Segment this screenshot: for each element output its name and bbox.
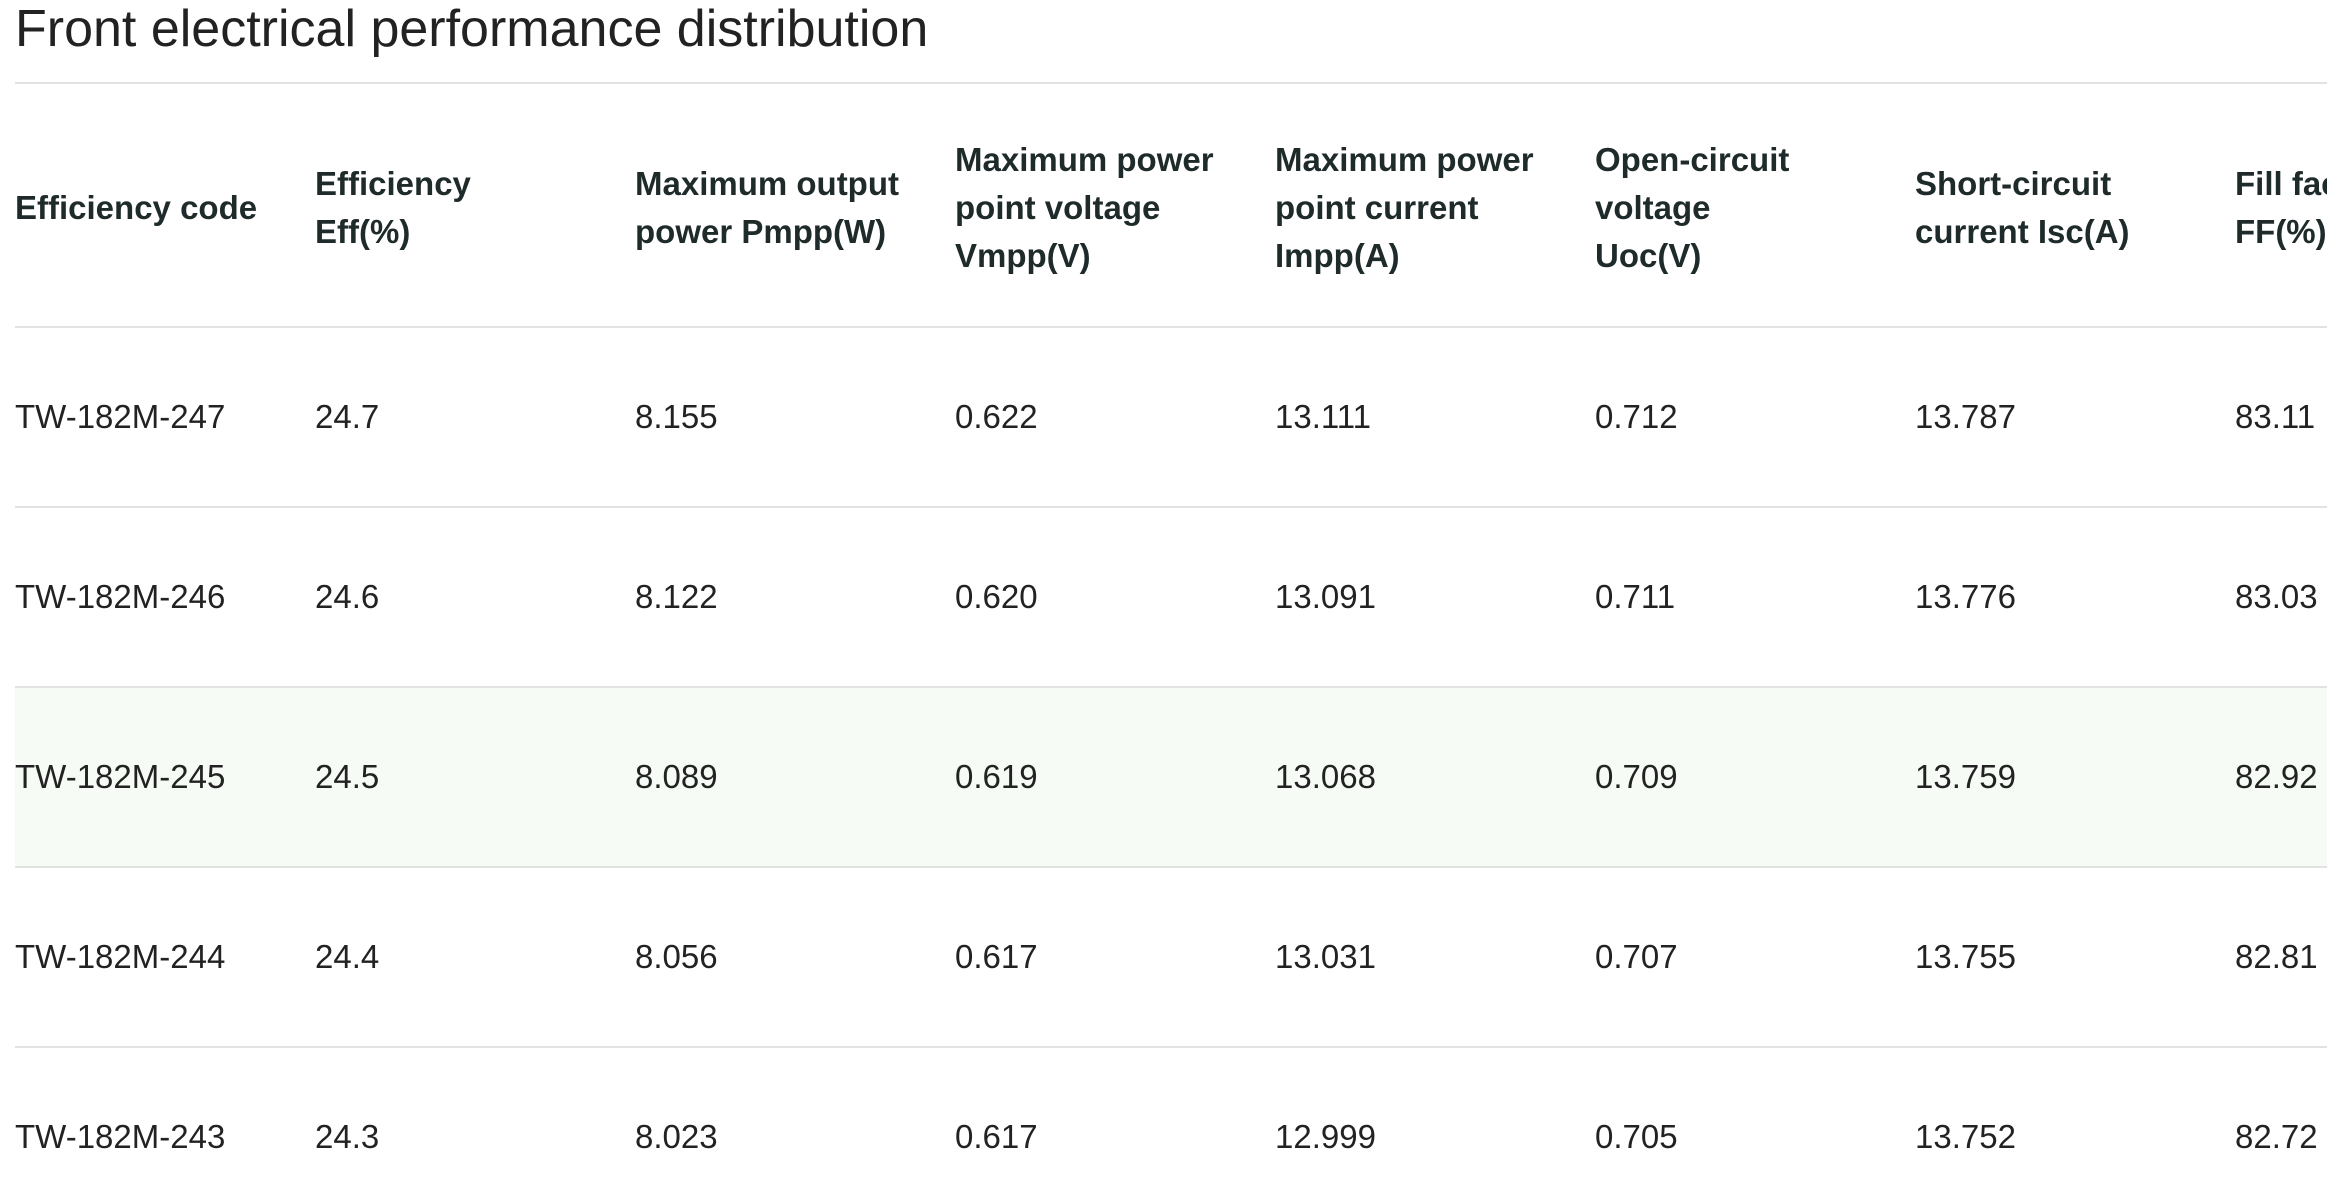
- cell-open-circuit-voltage: 0.709: [1595, 687, 1915, 868]
- column-header-label: Maximum power point current Impp(A): [1275, 141, 1534, 274]
- cell-efficiency: 24.6: [315, 507, 635, 688]
- cell-max-power-point-current: 13.111: [1275, 327, 1595, 508]
- cell-efficiency: 24.4: [315, 867, 635, 1048]
- column-header-label: Efficiency code: [15, 189, 258, 226]
- table-header: Efficiency code Efficiency Eff(%) Maximu…: [15, 90, 2327, 328]
- column-header-label: Open-circuit voltage Uoc(V): [1595, 141, 1790, 274]
- column-header-max-power-point-current: Maximum power point current Impp(A): [1275, 90, 1595, 328]
- table-row: TW-182M-244 24.4 8.056 0.617 13.031 0.70…: [15, 867, 2327, 1048]
- cell-fill-factor: 82.72: [2235, 1047, 2327, 1189]
- cell-max-output-power: 8.056: [635, 867, 955, 1048]
- table-body: TW-182M-247 24.7 8.155 0.622 13.111 0.71…: [15, 327, 2327, 1189]
- cell-max-output-power: 8.155: [635, 327, 955, 508]
- column-header-open-circuit-voltage: Open-circuit voltage Uoc(V): [1595, 90, 1915, 328]
- table-row-highlighted: TW-182M-245 24.5 8.089 0.619 13.068 0.70…: [15, 687, 2327, 868]
- cell-open-circuit-voltage: 0.705: [1595, 1047, 1915, 1189]
- cell-max-power-point-current: 13.091: [1275, 507, 1595, 688]
- cell-max-output-power: 8.023: [635, 1047, 955, 1189]
- column-header-label: Efficiency Eff(%): [315, 165, 471, 250]
- cell-efficiency: 24.5: [315, 687, 635, 868]
- cell-open-circuit-voltage: 0.711: [1595, 507, 1915, 688]
- table-row: TW-182M-243 24.3 8.023 0.617 12.999 0.70…: [15, 1047, 2327, 1189]
- cell-short-circuit-current: 13.755: [1915, 867, 2235, 1048]
- performance-table: Efficiency code Efficiency Eff(%) Maximu…: [15, 90, 2327, 1189]
- page-title: Front electrical performance distributio…: [15, 0, 929, 58]
- column-header-max-power-point-voltage: Maximum power point voltage Vmpp(V): [955, 90, 1275, 328]
- cell-max-power-point-voltage: 0.622: [955, 327, 1275, 508]
- cell-efficiency: 24.7: [315, 327, 635, 508]
- cell-max-power-point-current: 12.999: [1275, 1047, 1595, 1189]
- cell-max-power-point-voltage: 0.617: [955, 1047, 1275, 1189]
- column-header-max-output-power: Maximum output power Pmpp(W): [635, 90, 955, 328]
- cell-open-circuit-voltage: 0.712: [1595, 327, 1915, 508]
- title-divider: [15, 82, 2327, 84]
- cell-max-power-point-voltage: 0.619: [955, 687, 1275, 868]
- cell-max-power-point-current: 13.031: [1275, 867, 1595, 1048]
- column-header-efficiency: Efficiency Eff(%): [315, 90, 635, 328]
- table-row: TW-182M-246 24.6 8.122 0.620 13.091 0.71…: [15, 507, 2327, 688]
- column-header-short-circuit-current: Short-circuit current Isc(A): [1915, 90, 2235, 328]
- cell-fill-factor: 82.81: [2235, 867, 2327, 1048]
- table-row: TW-182M-247 24.7 8.155 0.622 13.111 0.71…: [15, 327, 2327, 508]
- column-header-label: Short-circuit current Isc(A): [1915, 165, 2130, 250]
- cell-short-circuit-current: 13.759: [1915, 687, 2235, 868]
- cell-max-power-point-voltage: 0.617: [955, 867, 1275, 1048]
- cell-short-circuit-current: 13.787: [1915, 327, 2235, 508]
- cell-max-output-power: 8.089: [635, 687, 955, 868]
- cell-max-power-point-current: 13.068: [1275, 687, 1595, 868]
- cell-short-circuit-current: 13.752: [1915, 1047, 2235, 1189]
- column-header-label: Maximum output power Pmpp(W): [635, 165, 899, 250]
- column-header-label: Maximum power point voltage Vmpp(V): [955, 141, 1214, 274]
- cell-efficiency-code: TW-182M-245: [15, 687, 315, 868]
- column-header-efficiency-code: Efficiency code: [15, 90, 315, 328]
- cell-fill-factor: 83.03: [2235, 507, 2327, 688]
- cell-efficiency: 24.3: [315, 1047, 635, 1189]
- page: Front electrical performance distributio…: [0, 0, 2327, 1189]
- cell-efficiency-code: TW-182M-243: [15, 1047, 315, 1189]
- cell-efficiency-code: TW-182M-244: [15, 867, 315, 1048]
- table-container[interactable]: Efficiency code Efficiency Eff(%) Maximu…: [15, 90, 2327, 1189]
- cell-fill-factor: 83.11: [2235, 327, 2327, 508]
- column-header-label: Fill factor FF(%): [2235, 165, 2327, 250]
- cell-max-output-power: 8.122: [635, 507, 955, 688]
- cell-short-circuit-current: 13.776: [1915, 507, 2235, 688]
- cell-efficiency-code: TW-182M-247: [15, 327, 315, 508]
- column-header-fill-factor: Fill factor FF(%): [2235, 90, 2327, 328]
- cell-efficiency-code: TW-182M-246: [15, 507, 315, 688]
- cell-fill-factor: 82.92: [2235, 687, 2327, 868]
- cell-max-power-point-voltage: 0.620: [955, 507, 1275, 688]
- header-row: Efficiency code Efficiency Eff(%) Maximu…: [15, 90, 2327, 328]
- cell-open-circuit-voltage: 0.707: [1595, 867, 1915, 1048]
